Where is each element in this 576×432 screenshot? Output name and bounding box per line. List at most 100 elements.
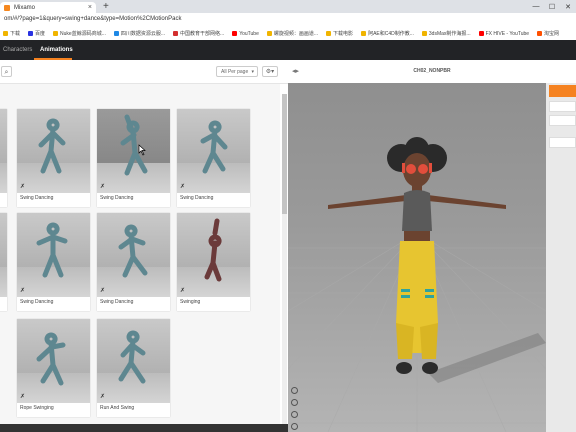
side-button-3[interactable]: [549, 137, 576, 148]
camera-zoom-icon[interactable]: [291, 411, 298, 418]
browser-tab-mixamo[interactable]: Mixamo ×: [0, 2, 96, 13]
bookmark-favicon-icon: [361, 31, 367, 36]
bookmark-label: 淘宝网: [544, 31, 560, 37]
bookmark-favicon-icon: [28, 31, 34, 36]
url-text[interactable]: om/#/?page=1&query=swing+dance&type=Moti…: [4, 16, 181, 22]
new-tab-button[interactable]: +: [103, 1, 109, 13]
animation-card[interactable]: ✗ Swing Dancing: [177, 109, 250, 207]
character-preview-panel: ◂▸ CH02_NONPBR: [288, 60, 576, 432]
animation-card[interactable]: ✗ Rope Swinging: [17, 319, 90, 417]
character-figure-icon: [200, 120, 228, 174]
window-controls: — ☐ ✕: [528, 0, 576, 13]
bookmark-favicon-icon: [173, 31, 179, 36]
bottom-bar: [0, 424, 288, 432]
settings-gear-icon[interactable]: ⚙▾: [262, 66, 278, 77]
preview-header: ◂▸ CH02_NONPBR: [288, 60, 576, 83]
settings-side-column: [546, 83, 576, 432]
side-button-2[interactable]: [549, 115, 576, 126]
animation-thumbnail[interactable]: ✗: [97, 213, 170, 297]
animation-card[interactable]: ✗ Swing Dancing: [17, 213, 90, 311]
animation-browser-panel: ⌕ All Per page ▾ ⚙▾ ✗ Swing Dancing ✗ Swing…: [0, 60, 288, 432]
bookmark-label: 中国教育干部网络...: [180, 31, 225, 37]
close-tab-icon[interactable]: ×: [88, 4, 92, 11]
animation-card[interactable]: ✗ Run And Swing: [97, 319, 170, 417]
grid-scrollbar[interactable]: [282, 94, 287, 424]
bookmark-item[interactable]: YouTube: [232, 31, 259, 37]
dance-icon: ✗: [20, 288, 26, 294]
bookmark-favicon-icon: [232, 31, 238, 36]
dance-icon: ✗: [100, 394, 106, 400]
animation-card[interactable]: ✗ Swinging: [177, 213, 250, 311]
bookmark-item[interactable]: 百度: [28, 30, 45, 37]
animation-thumbnail: [0, 213, 7, 297]
address-bar[interactable]: om/#/?page=1&query=swing+dance&type=Moti…: [0, 13, 576, 28]
close-window-button[interactable]: ✕: [560, 0, 576, 13]
animation-card[interactable]: ✗ Swing Dancing: [97, 213, 170, 311]
viewport-scene: [288, 137, 546, 432]
bookmark-label: YouTube: [239, 30, 259, 37]
mouse-cursor-icon: [138, 144, 146, 156]
character-figure-icon: [36, 222, 68, 278]
animation-card[interactable]: ✗ Swing Dancing: [97, 109, 170, 207]
character-name: CH02_NONPBR: [413, 68, 451, 74]
scrollbar-thumb[interactable]: [282, 94, 287, 214]
dance-icon: ✗: [180, 184, 186, 190]
mixamo-favicon-icon: [4, 4, 10, 11]
download-button[interactable]: [549, 85, 576, 97]
bookmark-item[interactable]: 淘宝网: [537, 30, 559, 37]
animation-card-partial[interactable]: [0, 213, 7, 311]
bookmark-item[interactable]: 四川数据资源云服...: [113, 30, 166, 37]
camera-orbit-icon[interactable]: [291, 387, 298, 394]
camera-pan-icon[interactable]: [291, 399, 298, 406]
bookmark-favicon-icon: [478, 31, 484, 36]
animation-card-label: Swing Dancing: [20, 195, 54, 201]
bookmark-item[interactable]: 下载电影: [326, 30, 353, 37]
bookmark-label: 3dsMax制作海报...: [428, 31, 471, 37]
bookmark-item[interactable]: 3dsMax制作海报...: [421, 30, 471, 37]
animation-thumbnail[interactable]: ✗: [177, 109, 250, 193]
animation-card-label: Swing Dancing: [180, 195, 214, 201]
search-icon[interactable]: ⌕: [1, 66, 12, 77]
animation-thumbnail[interactable]: ✗: [97, 319, 170, 403]
bookmark-item[interactable]: Nuke蓝鲸源码商城...: [53, 30, 106, 37]
3d-viewport[interactable]: [288, 83, 546, 432]
bookmark-label: 阿AE和C4D制作教...: [368, 31, 414, 37]
app-navbar: Characters Animations: [0, 40, 576, 60]
bookmark-label: Nuke蓝鲸源码商城...: [60, 31, 106, 37]
bookmark-label: 百度: [35, 31, 46, 37]
animation-card[interactable]: ✗ Swing Dancing: [17, 109, 90, 207]
dance-icon: ✗: [20, 184, 26, 190]
bookmark-favicon-icon: [326, 31, 332, 36]
bookmark-item[interactable]: 阿AE和C4D制作教...: [361, 30, 414, 37]
dance-icon: ✗: [100, 184, 106, 190]
animation-thumbnail[interactable]: ✗: [17, 319, 90, 403]
animation-thumbnail[interactable]: ✗: [17, 109, 90, 193]
bookmark-item[interactable]: 下载: [3, 30, 20, 37]
minimize-button[interactable]: —: [528, 0, 544, 13]
tab-characters[interactable]: Characters: [3, 40, 32, 60]
bookmark-item[interactable]: 中国教育干部网络...: [173, 30, 224, 37]
animation-thumbnail[interactable]: ✗: [17, 213, 90, 297]
animation-grid: ✗ Swing Dancing ✗ Swing Dancing ✗ Swing Danci…: [0, 84, 280, 424]
bookmark-label: 下载: [10, 31, 21, 37]
bookmark-label: 四川数据资源云服...: [120, 31, 166, 37]
maximize-button[interactable]: ☐: [544, 0, 560, 13]
animation-thumbnail[interactable]: ✗: [97, 109, 170, 193]
bookmark-favicon-icon: [537, 31, 543, 36]
bookmark-favicon-icon: [421, 31, 427, 36]
bookmark-item[interactable]: FX HIVE - YouTube: [478, 31, 529, 37]
character-figure-icon: [118, 330, 146, 384]
bookmark-favicon-icon: [113, 31, 119, 36]
bookmark-item[interactable]: 螺旋视频：画画道...: [266, 30, 318, 37]
animation-card-partial[interactable]: [0, 109, 7, 207]
animation-thumbnail[interactable]: ✗: [177, 213, 250, 297]
side-button-1[interactable]: [549, 101, 576, 112]
tab-animations[interactable]: Animations: [40, 40, 73, 60]
character-figure-icon: [36, 332, 66, 386]
per-page-select[interactable]: All Per page ▾: [216, 66, 258, 77]
dance-icon: ✗: [180, 288, 186, 294]
camera-reset-icon[interactable]: [291, 423, 298, 430]
bookmark-favicon-icon: [266, 31, 272, 36]
dance-icon: ✗: [100, 288, 106, 294]
animation-card-label: Swinging: [180, 299, 201, 305]
